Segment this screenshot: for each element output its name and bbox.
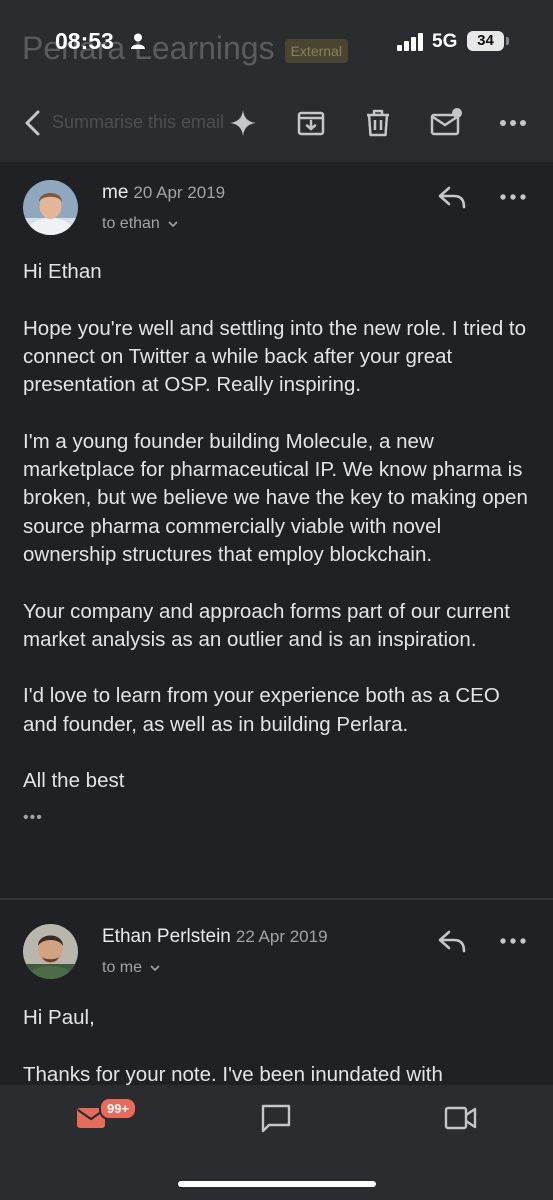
- recipient-toggle[interactable]: to me: [102, 959, 161, 977]
- body-paragraph: Hi Ethan: [23, 260, 102, 283]
- more-icon[interactable]: [497, 107, 529, 139]
- body-paragraph: I'd love to learn from your experience b…: [23, 684, 500, 736]
- battery-icon: 34: [467, 31, 509, 51]
- signal-icon: [397, 33, 425, 56]
- mark-unread-icon[interactable]: [430, 107, 462, 139]
- message-body: Hi Ethan Hope you're well and settling i…: [23, 258, 538, 832]
- recipient-toggle[interactable]: to ethan: [102, 215, 178, 233]
- body-paragraph: I'm a young founder building Molecule, a…: [23, 429, 528, 566]
- message-date: 20 Apr 2019: [133, 183, 226, 202]
- chevron-down-icon: [150, 965, 161, 972]
- person-icon: [131, 33, 145, 54]
- home-indicator[interactable]: [178, 1181, 376, 1187]
- unread-count-badge: 99+: [99, 1097, 138, 1120]
- video-icon[interactable]: [444, 1105, 478, 1136]
- sender-name[interactable]: me 20 Apr 2019: [102, 182, 225, 204]
- message-date: 22 Apr 2019: [235, 927, 328, 946]
- avatar: [23, 180, 78, 235]
- chevron-down-icon: [168, 221, 178, 228]
- body-paragraph: Hope you're well and settling into the n…: [23, 316, 527, 397]
- summarise-hint: Summarise this email: [52, 112, 225, 132]
- top-bar: Perlara Learnings External Summarise this…: [0, 0, 553, 162]
- divider: [0, 898, 553, 900]
- reply-icon[interactable]: [436, 928, 468, 956]
- sparkle-icon[interactable]: [227, 107, 259, 139]
- status-time: 08:53: [55, 28, 114, 54]
- chat-icon[interactable]: [260, 1103, 292, 1138]
- network-type: 5G: [432, 31, 458, 52]
- message-more-icon[interactable]: [499, 927, 527, 955]
- body-paragraph: All the best: [23, 769, 125, 793]
- body-paragraph: Hi Paul,: [23, 1006, 95, 1029]
- body-paragraph: Your company and approach forms part of …: [23, 599, 510, 651]
- message-more-icon[interactable]: [499, 183, 527, 211]
- external-badge: External: [284, 38, 348, 63]
- trash-icon[interactable]: [362, 107, 394, 139]
- sender-name[interactable]: Ethan Perlstein 22 Apr 2019: [102, 926, 328, 948]
- reply-icon[interactable]: [436, 184, 468, 212]
- back-arrow-icon[interactable]: [18, 107, 50, 139]
- battery-level: 34: [467, 31, 504, 51]
- avatar: [23, 924, 78, 979]
- archive-icon[interactable]: [295, 107, 327, 139]
- show-trimmed-button[interactable]: •••: [23, 804, 538, 832]
